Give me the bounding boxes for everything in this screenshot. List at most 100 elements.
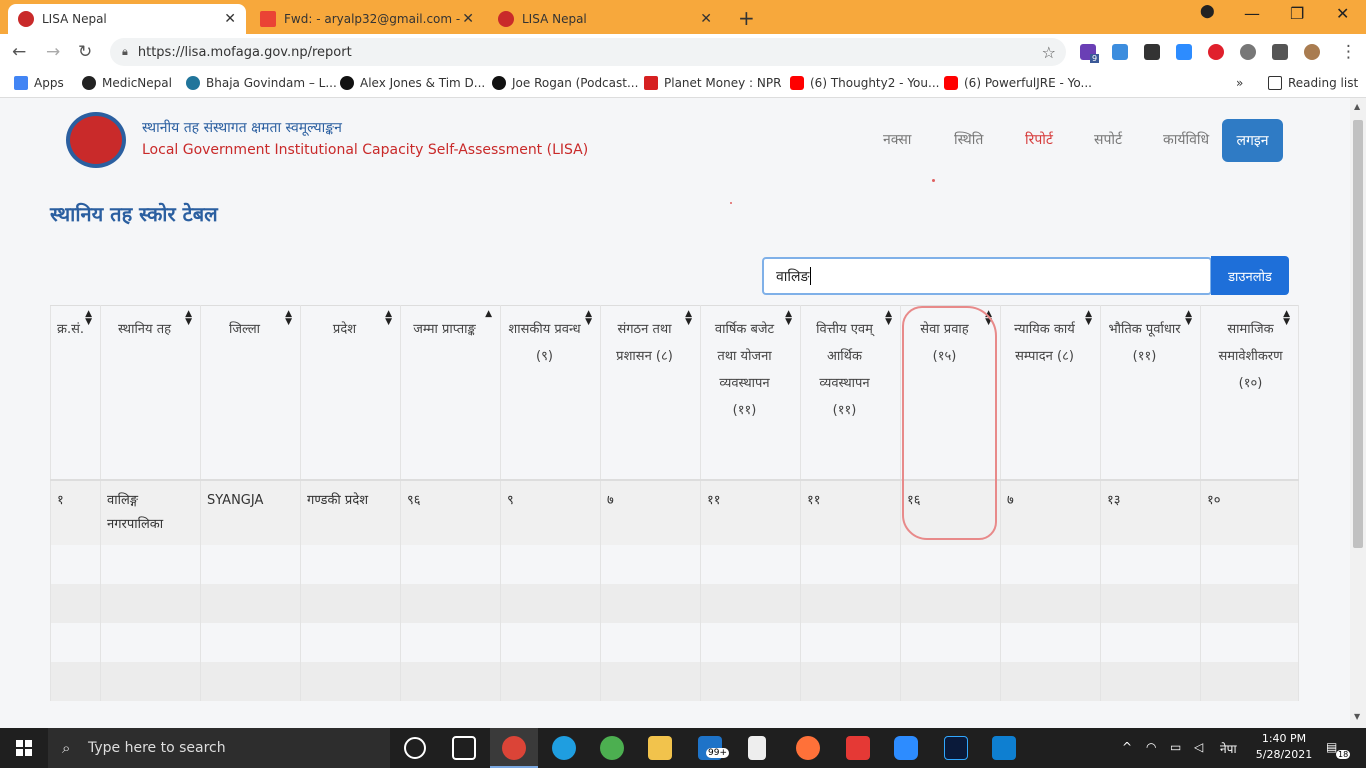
cortana-icon[interactable]	[404, 737, 426, 759]
bookmarks-overflow-icon[interactable]: »	[1236, 76, 1243, 90]
task-view-icon[interactable]	[452, 736, 476, 760]
zoom-icon[interactable]	[894, 736, 918, 760]
scroll-down-icon[interactable]: ▼	[1354, 712, 1360, 721]
menu-kebab-icon[interactable]: ⋮	[1340, 42, 1357, 62]
sort-icon[interactable]: ▲ ▼	[1185, 310, 1192, 327]
bookmark-joe-rogan[interactable]: Joe Rogan (Podcast...	[492, 76, 638, 90]
col-header-social-inclusion[interactable]: सामाजिक समावेशीकरण (१०) ▲ ▼	[1200, 305, 1299, 480]
edge-icon[interactable]	[552, 736, 576, 760]
language-indicator[interactable]: नेपा	[1220, 740, 1237, 757]
volume-icon[interactable]: ◁	[1194, 740, 1203, 754]
nav-map[interactable]: नक्सा	[883, 130, 911, 149]
lisa-favicon-icon	[498, 11, 514, 27]
new-tab-icon[interactable]: +	[738, 6, 755, 30]
bookmark-apps[interactable]: Apps	[14, 76, 64, 90]
col-header-infrastructure[interactable]: भौतिक पूर्वाधार (११) ▲ ▼	[1100, 305, 1201, 480]
anydesk-icon[interactable]	[846, 736, 870, 760]
gmail-icon	[260, 11, 276, 27]
col-header-governance[interactable]: शासकीय प्रवन्ध (९) ▲ ▼	[500, 305, 601, 480]
cell-organization: ७	[600, 478, 701, 545]
scrollbar-thumb[interactable]	[1353, 120, 1363, 548]
sort-icon[interactable]: ▲ ▼	[185, 310, 192, 327]
clock[interactable]: 1:40 PM 5/28/2021	[1254, 732, 1314, 761]
nav-report[interactable]: रिपोर्ट	[1025, 130, 1053, 149]
close-tab-icon[interactable]: ✕	[224, 11, 236, 27]
col-header-financial[interactable]: वित्तीय एवम् आर्थिक व्यवस्थापन (११) ▲ ▼	[800, 305, 901, 480]
forward-icon[interactable]: →	[46, 42, 60, 62]
utorrent-icon[interactable]	[600, 736, 624, 760]
opera-extension-icon[interactable]	[1208, 44, 1224, 60]
download-button[interactable]: डाउनलोड	[1211, 256, 1289, 295]
sort-icon[interactable]: ▲ ▼	[1085, 310, 1092, 327]
photoshop-icon[interactable]	[944, 736, 968, 760]
sort-icon[interactable]: ▲ ▼	[985, 310, 992, 327]
site-title-english[interactable]: Local Government Institutional Capacity …	[142, 142, 588, 158]
sort-icon[interactable]: ▲	[485, 310, 492, 319]
col-header-organization[interactable]: संगठन तथा प्रशासन (८) ▲ ▼	[600, 305, 701, 480]
zoom-extension-icon[interactable]	[1176, 44, 1192, 60]
maximize-icon[interactable]: ❐	[1290, 4, 1304, 23]
col-header-district[interactable]: जिल्ला ▲ ▼	[200, 305, 301, 480]
col-header-judicial[interactable]: न्यायिक कार्य सम्पादन (८) ▲ ▼	[1000, 305, 1101, 480]
windows-start-icon[interactable]	[16, 740, 32, 756]
reading-list[interactable]: Reading list	[1268, 76, 1358, 90]
tray-chevron-icon[interactable]: ^	[1122, 740, 1132, 754]
col-header-serial[interactable]: क्र.सं. ▲ ▼	[50, 305, 101, 480]
cell-governance: ९	[500, 478, 601, 545]
table-row[interactable]: १ वालिङ्ग नगरपालिका SYANGJA गण्डकी प्रदे…	[50, 478, 1299, 545]
page-scrollbar[interactable]: ▲ ▼	[1350, 98, 1366, 728]
bookmark-bhaja-govindam[interactable]: Bhaja Govindam – L...	[186, 76, 337, 90]
col-header-budget-planning[interactable]: वार्षिक बजेट तथा योजना व्यवस्थापन (११) ▲ ▼	[700, 305, 801, 480]
col-header-total-score[interactable]: जम्मा प्राप्ताङ्क ▲	[400, 305, 501, 480]
bookmark-alex-jones[interactable]: Alex Jones & Tim D...	[340, 76, 485, 90]
close-window-icon[interactable]: ✕	[1336, 4, 1349, 23]
col-header-province[interactable]: प्रदेश ▲ ▼	[300, 305, 401, 480]
reload-icon[interactable]: ↻	[78, 42, 92, 62]
sort-icon[interactable]: ▲ ▼	[785, 310, 792, 327]
puzzle-icon[interactable]	[1272, 44, 1288, 60]
col-header-service-delivery[interactable]: सेवा प्रवाह (१५) ▲ ▼	[900, 305, 1001, 480]
nav-status[interactable]: स्थिति	[954, 130, 983, 149]
scroll-up-icon[interactable]: ▲	[1354, 102, 1360, 111]
address-bar[interactable]: 🔒︎ https://lisa.mofaga.gov.np/report ☆	[110, 38, 1066, 66]
notepad-icon[interactable]	[748, 736, 766, 760]
login-button[interactable]: लगइन	[1222, 119, 1283, 162]
col-header-local-level[interactable]: स्थानिय तह ▲ ▼	[100, 305, 201, 480]
vscode-icon[interactable]	[992, 736, 1016, 760]
sort-icon[interactable]: ▲ ▼	[685, 310, 692, 327]
sort-icon[interactable]: ▲ ▼	[385, 310, 392, 327]
bookmark-star-icon[interactable]: ☆	[1042, 43, 1056, 62]
sort-icon[interactable]: ▲ ▼	[285, 310, 292, 327]
sort-icon[interactable]: ▲ ▼	[585, 310, 592, 327]
avatar[interactable]	[1304, 44, 1320, 60]
sort-icon[interactable]: ▲ ▼	[885, 310, 892, 327]
tab-lisa-nepal-1[interactable]: LISA Nepal ✕	[8, 4, 246, 34]
taskbar-search-box[interactable]: ⌕ Type here to search	[48, 728, 390, 768]
file-explorer-icon[interactable]	[648, 736, 672, 760]
bookmark-medicnepal[interactable]: MedicNepal	[82, 76, 172, 90]
battery-icon[interactable]: ▭	[1170, 740, 1181, 754]
back-icon[interactable]: ←	[12, 42, 26, 62]
bookmark-thoughty2[interactable]: (6) Thoughty2 - You...	[790, 76, 939, 90]
site-title-nepali[interactable]: स्थानीय तह संस्थागत क्षमता स्वमूल्याङ्कन	[142, 118, 342, 137]
tab-lisa-nepal-2[interactable]: LISA Nepal ✕	[488, 4, 722, 34]
wifi-icon[interactable]: ◠	[1146, 740, 1156, 754]
taskbar-chrome-active[interactable]	[490, 728, 538, 768]
firefox-icon[interactable]	[796, 736, 820, 760]
nepal-emblem-logo[interactable]	[66, 112, 126, 168]
search-input[interactable]: वालिङ	[762, 257, 1212, 295]
extension-translate-icon[interactable]	[1112, 44, 1128, 60]
minimize-icon[interactable]: —	[1244, 4, 1260, 23]
block-extension-icon[interactable]	[1240, 44, 1256, 60]
sort-icon[interactable]: ▲ ▼	[85, 310, 92, 327]
close-tab-icon[interactable]: ✕	[462, 11, 474, 27]
nav-support[interactable]: सपोर्ट	[1094, 130, 1122, 149]
tab-gmail[interactable]: Fwd: - aryalp32@gmail.com - Gm ✕	[250, 4, 484, 34]
nav-procedure[interactable]: कार्यविधि	[1163, 130, 1209, 149]
sort-icon[interactable]: ▲ ▼	[1283, 310, 1290, 327]
bookmark-powerfuljre[interactable]: (6) PowerfulJRE - Yo...	[944, 76, 1092, 90]
close-tab-icon[interactable]: ✕	[700, 11, 712, 27]
extension-keyboard-icon[interactable]	[1144, 44, 1160, 60]
tab-search-icon[interactable]: ⬤	[1200, 4, 1215, 19]
bookmark-planet-money[interactable]: Planet Money : NPR	[644, 76, 781, 90]
